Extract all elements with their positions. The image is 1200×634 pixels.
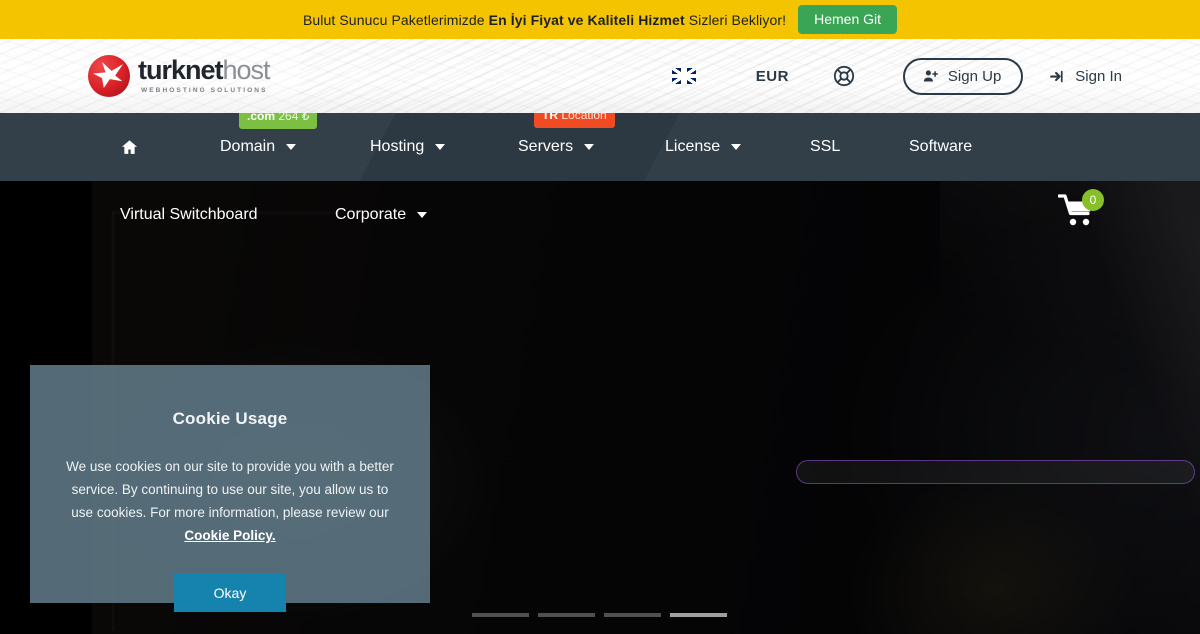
nav-item-hosting[interactable]: Hosting xyxy=(370,138,518,156)
cart-button[interactable]: 0 xyxy=(1057,189,1104,233)
page-root: Bulut Sunucu Paketlerimizde En İyi Fiyat… xyxy=(0,0,1200,634)
slider-dot[interactable] xyxy=(472,613,529,617)
promo-text-bold: En İyi Fiyat ve Kaliteli Hizmet xyxy=(488,11,685,28)
chevron-down-icon xyxy=(731,144,742,150)
cart-count-badge: 0 xyxy=(1082,189,1104,211)
promo-text-after: Sizleri Bekliyor! xyxy=(684,11,787,28)
nav-label-domain: Domain xyxy=(220,138,276,155)
lifebuoy-icon xyxy=(833,65,855,87)
site-header: turknethost WEBHOSTING SOLUTIONS EUR Sig… xyxy=(0,39,1200,113)
hero-search-bar[interactable] xyxy=(796,460,1195,484)
cookie-body-text: We use cookies on our site to provide yo… xyxy=(66,459,394,520)
cookie-consent-dialog: Cookie Usage We use cookies on our site … xyxy=(30,365,430,612)
chevron-down-icon xyxy=(286,144,297,150)
cookie-dialog-body: We use cookies on our site to provide yo… xyxy=(56,455,404,547)
nav-label-ssl: SSL xyxy=(810,138,841,155)
nav-label-software: Software xyxy=(909,138,973,155)
site-logo[interactable]: turknethost WEBHOSTING SOLUTIONS xyxy=(88,55,271,97)
logo-wordmark: turknethost WEBHOSTING SOLUTIONS xyxy=(138,55,271,95)
logo-word-row: turknethost xyxy=(138,55,271,86)
nav-item-license[interactable]: License xyxy=(665,138,810,156)
cookie-dialog-title: Cookie Usage xyxy=(172,409,288,428)
sign-in-button[interactable]: Sign In xyxy=(1049,68,1122,85)
nav-label-virtual-switchboard: Virtual Switchboard xyxy=(120,205,258,223)
logo-word-primary: turknet xyxy=(138,55,224,86)
support-button[interactable] xyxy=(817,65,871,87)
promo-cta-button[interactable]: Hemen Git xyxy=(798,5,898,34)
sign-up-label: Sign Up xyxy=(947,67,1002,85)
nav-item-home[interactable] xyxy=(120,138,220,157)
slider-dot-active[interactable] xyxy=(670,613,727,617)
slider-dot[interactable] xyxy=(538,613,595,617)
language-selector[interactable] xyxy=(671,68,718,84)
chevron-down-icon xyxy=(584,144,595,150)
nav-item-corporate[interactable]: Corporate xyxy=(335,205,428,224)
sign-in-label: Sign In xyxy=(1075,67,1122,85)
hero-slider-indicators xyxy=(472,613,727,617)
promo-banner: Bulut Sunucu Paketlerimizde En İyi Fiyat… xyxy=(0,0,1200,39)
header-actions: EUR Sign Up Sign In xyxy=(671,39,1122,113)
chevron-down-icon xyxy=(417,211,428,218)
nav-item-domain[interactable]: Domain xyxy=(220,138,370,156)
user-plus-icon xyxy=(923,69,938,81)
nav-item-software[interactable]: Software xyxy=(909,138,972,156)
promo-banner-text: Bulut Sunucu Paketlerimizde En İyi Fiyat… xyxy=(303,12,786,28)
sign-up-button[interactable]: Sign Up xyxy=(902,57,1024,95)
promo-text-before: Bulut Sunucu Paketlerimizde xyxy=(302,11,489,28)
nav-item-virtual-switchboard[interactable]: Virtual Switchboard xyxy=(120,206,335,224)
sign-in-arrow-icon xyxy=(1050,70,1063,82)
nav-label-servers: Servers xyxy=(518,138,574,155)
slider-dot[interactable] xyxy=(604,613,661,617)
logo-tagline: WEBHOSTING SOLUTIONS xyxy=(141,87,268,95)
logo-word-secondary: host xyxy=(222,55,271,86)
secondary-navigation: Virtual Switchboard Corporate xyxy=(0,181,1200,248)
nav-label-corporate: Corporate xyxy=(335,205,407,223)
nav-label-license: License xyxy=(665,138,721,155)
nav-label-hosting: Hosting xyxy=(370,138,425,155)
currency-selector[interactable]: EUR xyxy=(728,68,817,85)
nav-item-servers[interactable]: Servers xyxy=(518,138,665,156)
logo-swoosh-icon xyxy=(88,55,130,97)
chevron-down-icon xyxy=(435,144,446,150)
uk-flag-icon xyxy=(671,68,696,84)
nav-item-ssl[interactable]: SSL xyxy=(810,138,909,156)
cookie-okay-button[interactable]: Okay xyxy=(174,573,286,612)
cookie-policy-link[interactable]: Cookie Policy. xyxy=(184,528,275,543)
home-icon xyxy=(121,139,138,154)
